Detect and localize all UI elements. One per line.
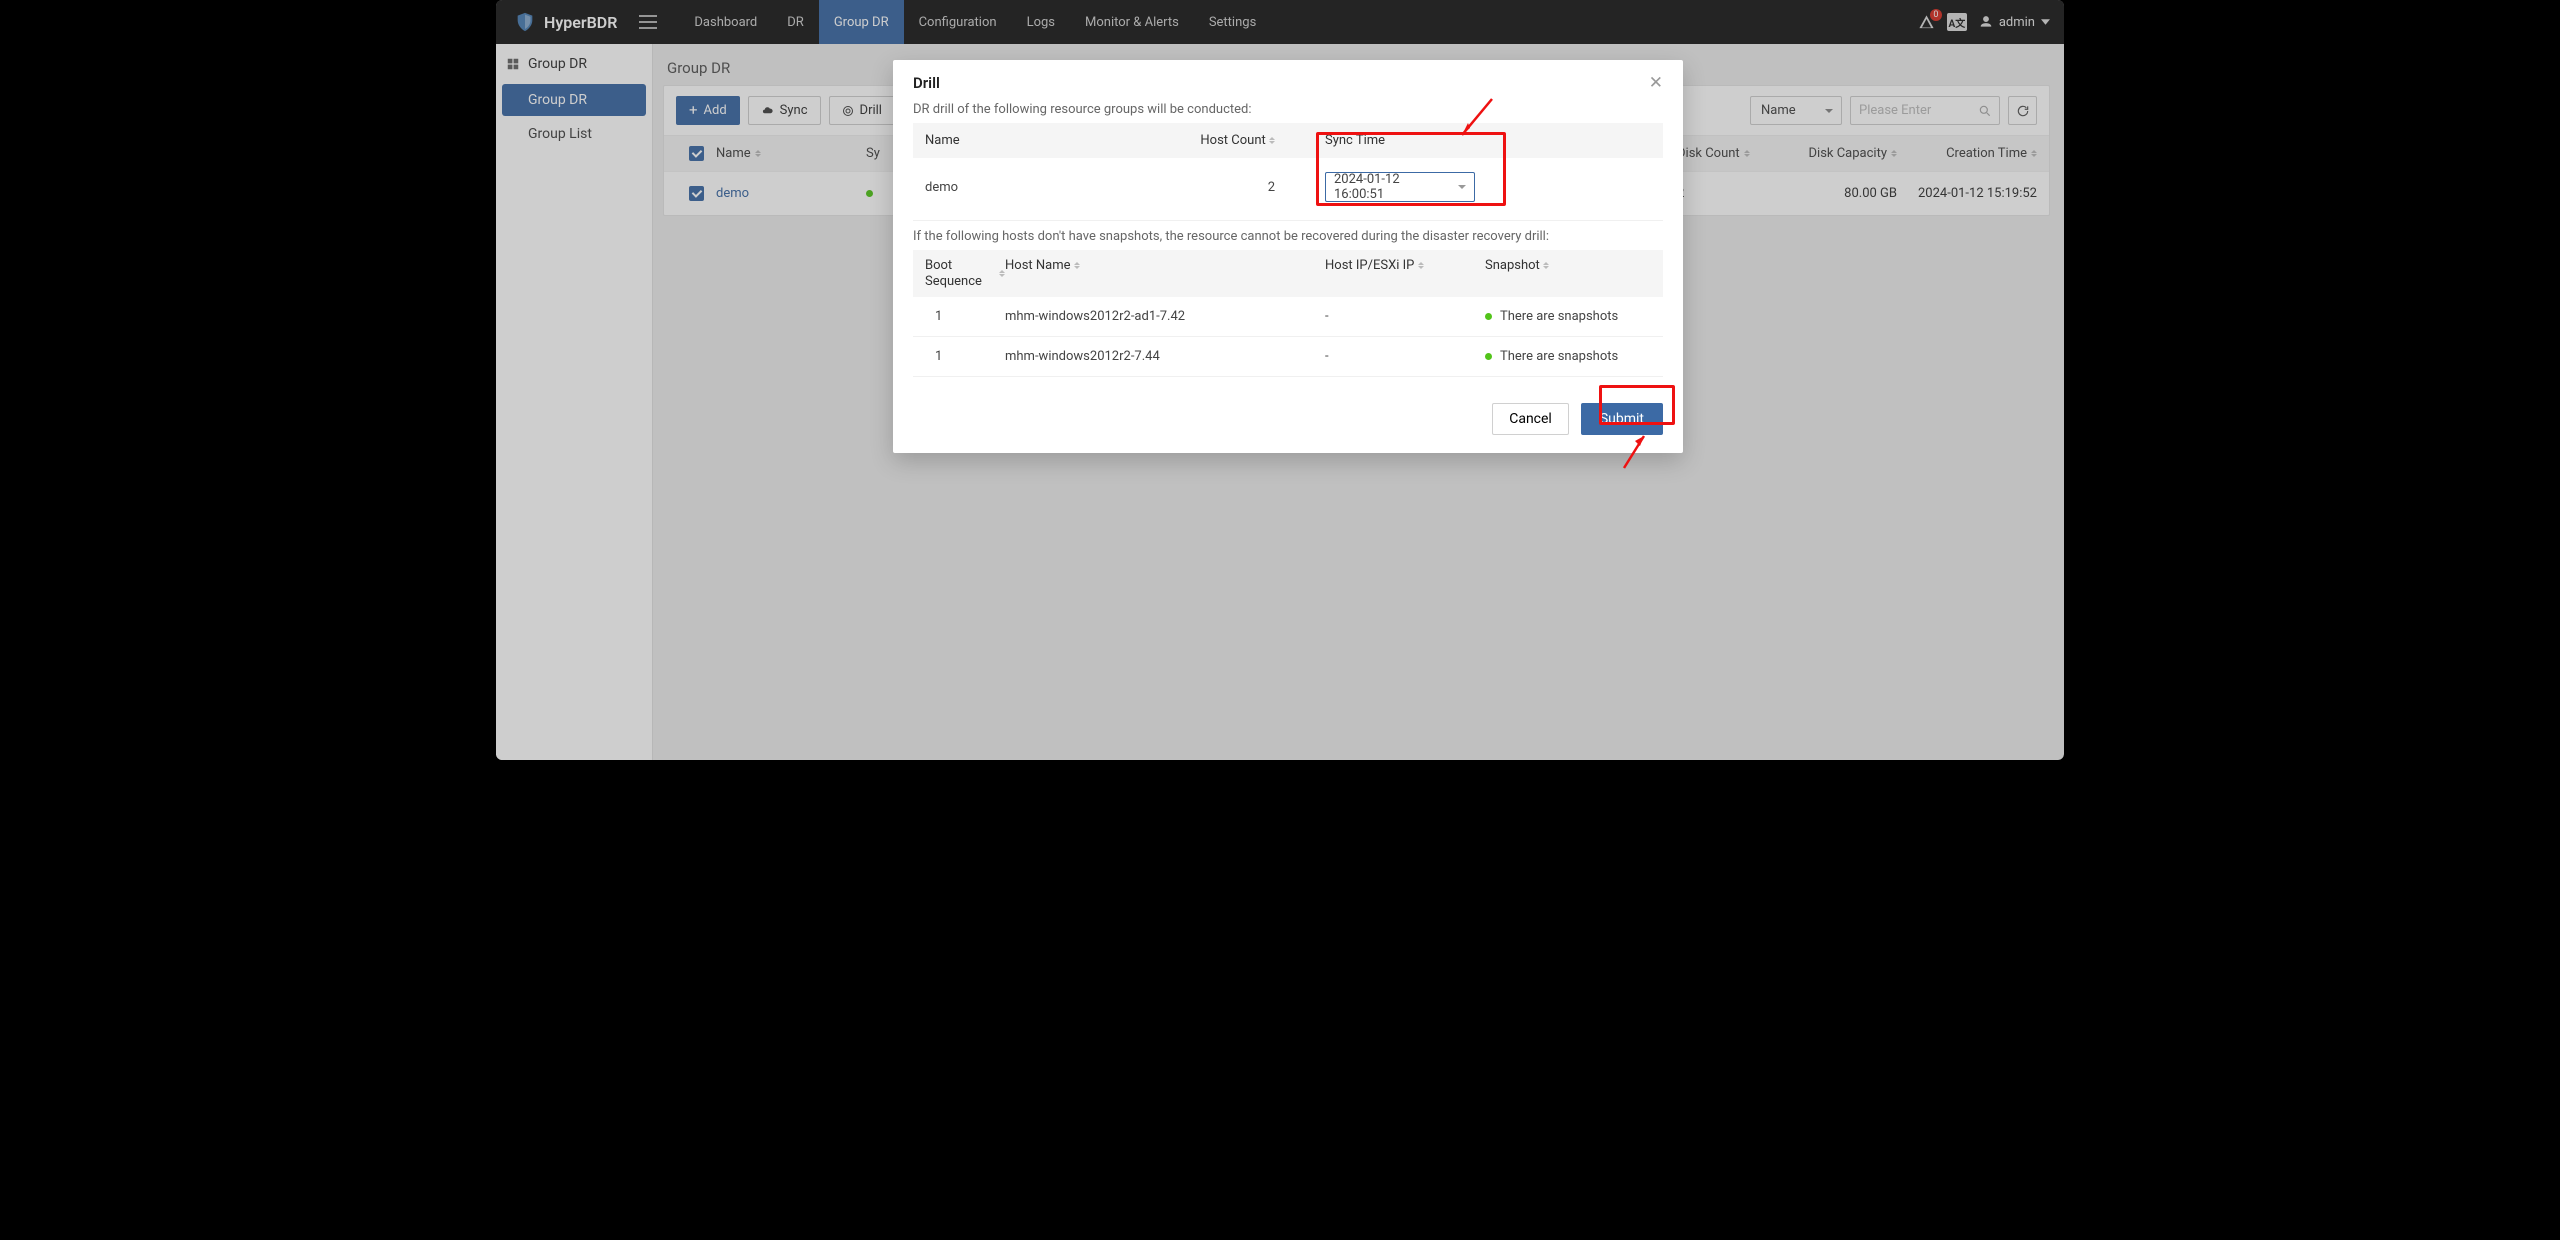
status-dot-icon — [1485, 313, 1492, 320]
submit-button[interactable]: Submit — [1581, 403, 1663, 435]
t1-row-name: demo — [925, 180, 1165, 195]
t2-col-ip[interactable]: Host IP/ESXi IP — [1325, 258, 1414, 273]
t1-col-hostcount[interactable]: Host Count — [1200, 133, 1265, 148]
dialog-table1-row: demo 2 2024-01-12 16:00:51 — [913, 158, 1663, 221]
dialog-table2-header: Boot Sequence Host Name Host IP/ESXi IP … — [913, 250, 1663, 297]
dialog-close-icon[interactable]: ✕ — [1649, 75, 1663, 92]
r0-hn: mhm-windows2012r2-ad1-7.42 — [1005, 309, 1325, 324]
r1-hn: mhm-windows2012r2-7.44 — [1005, 349, 1325, 364]
dialog-table1-header: Name Host Count Sync Time — [913, 123, 1663, 158]
t1-row-hostcount: 2 — [1165, 180, 1325, 195]
dialog-table2-row: 1 mhm-windows2012r2-7.44 - There are sna… — [913, 337, 1663, 377]
r1-sn: There are snapshots — [1500, 349, 1618, 364]
sync-time-select[interactable]: 2024-01-12 16:00:51 — [1325, 172, 1475, 202]
drill-dialog: Drill ✕ DR drill of the following resour… — [893, 60, 1683, 453]
r1-bs: 1 — [925, 349, 1005, 364]
dialog-title: Drill — [913, 74, 940, 92]
r0-sn: There are snapshots — [1500, 309, 1618, 324]
t1-col-synctime: Sync Time — [1325, 133, 1651, 148]
dialog-table2-row: 1 mhm-windows2012r2-ad1-7.42 - There are… — [913, 297, 1663, 337]
t2-col-snapshot[interactable]: Snapshot — [1485, 258, 1540, 273]
status-dot-icon — [1485, 353, 1492, 360]
t1-col-name: Name — [925, 133, 1165, 148]
dialog-note-1: DR drill of the following resource group… — [913, 102, 1663, 117]
t2-col-boot[interactable]: Boot Sequence — [925, 258, 995, 289]
t2-col-hostname[interactable]: Host Name — [1005, 258, 1071, 273]
r0-bs: 1 — [925, 309, 1005, 324]
cancel-button[interactable]: Cancel — [1492, 403, 1569, 435]
dialog-note-2: If the following hosts don't have snapsh… — [913, 229, 1663, 244]
r0-ip: - — [1325, 309, 1485, 324]
r1-ip: - — [1325, 349, 1485, 364]
